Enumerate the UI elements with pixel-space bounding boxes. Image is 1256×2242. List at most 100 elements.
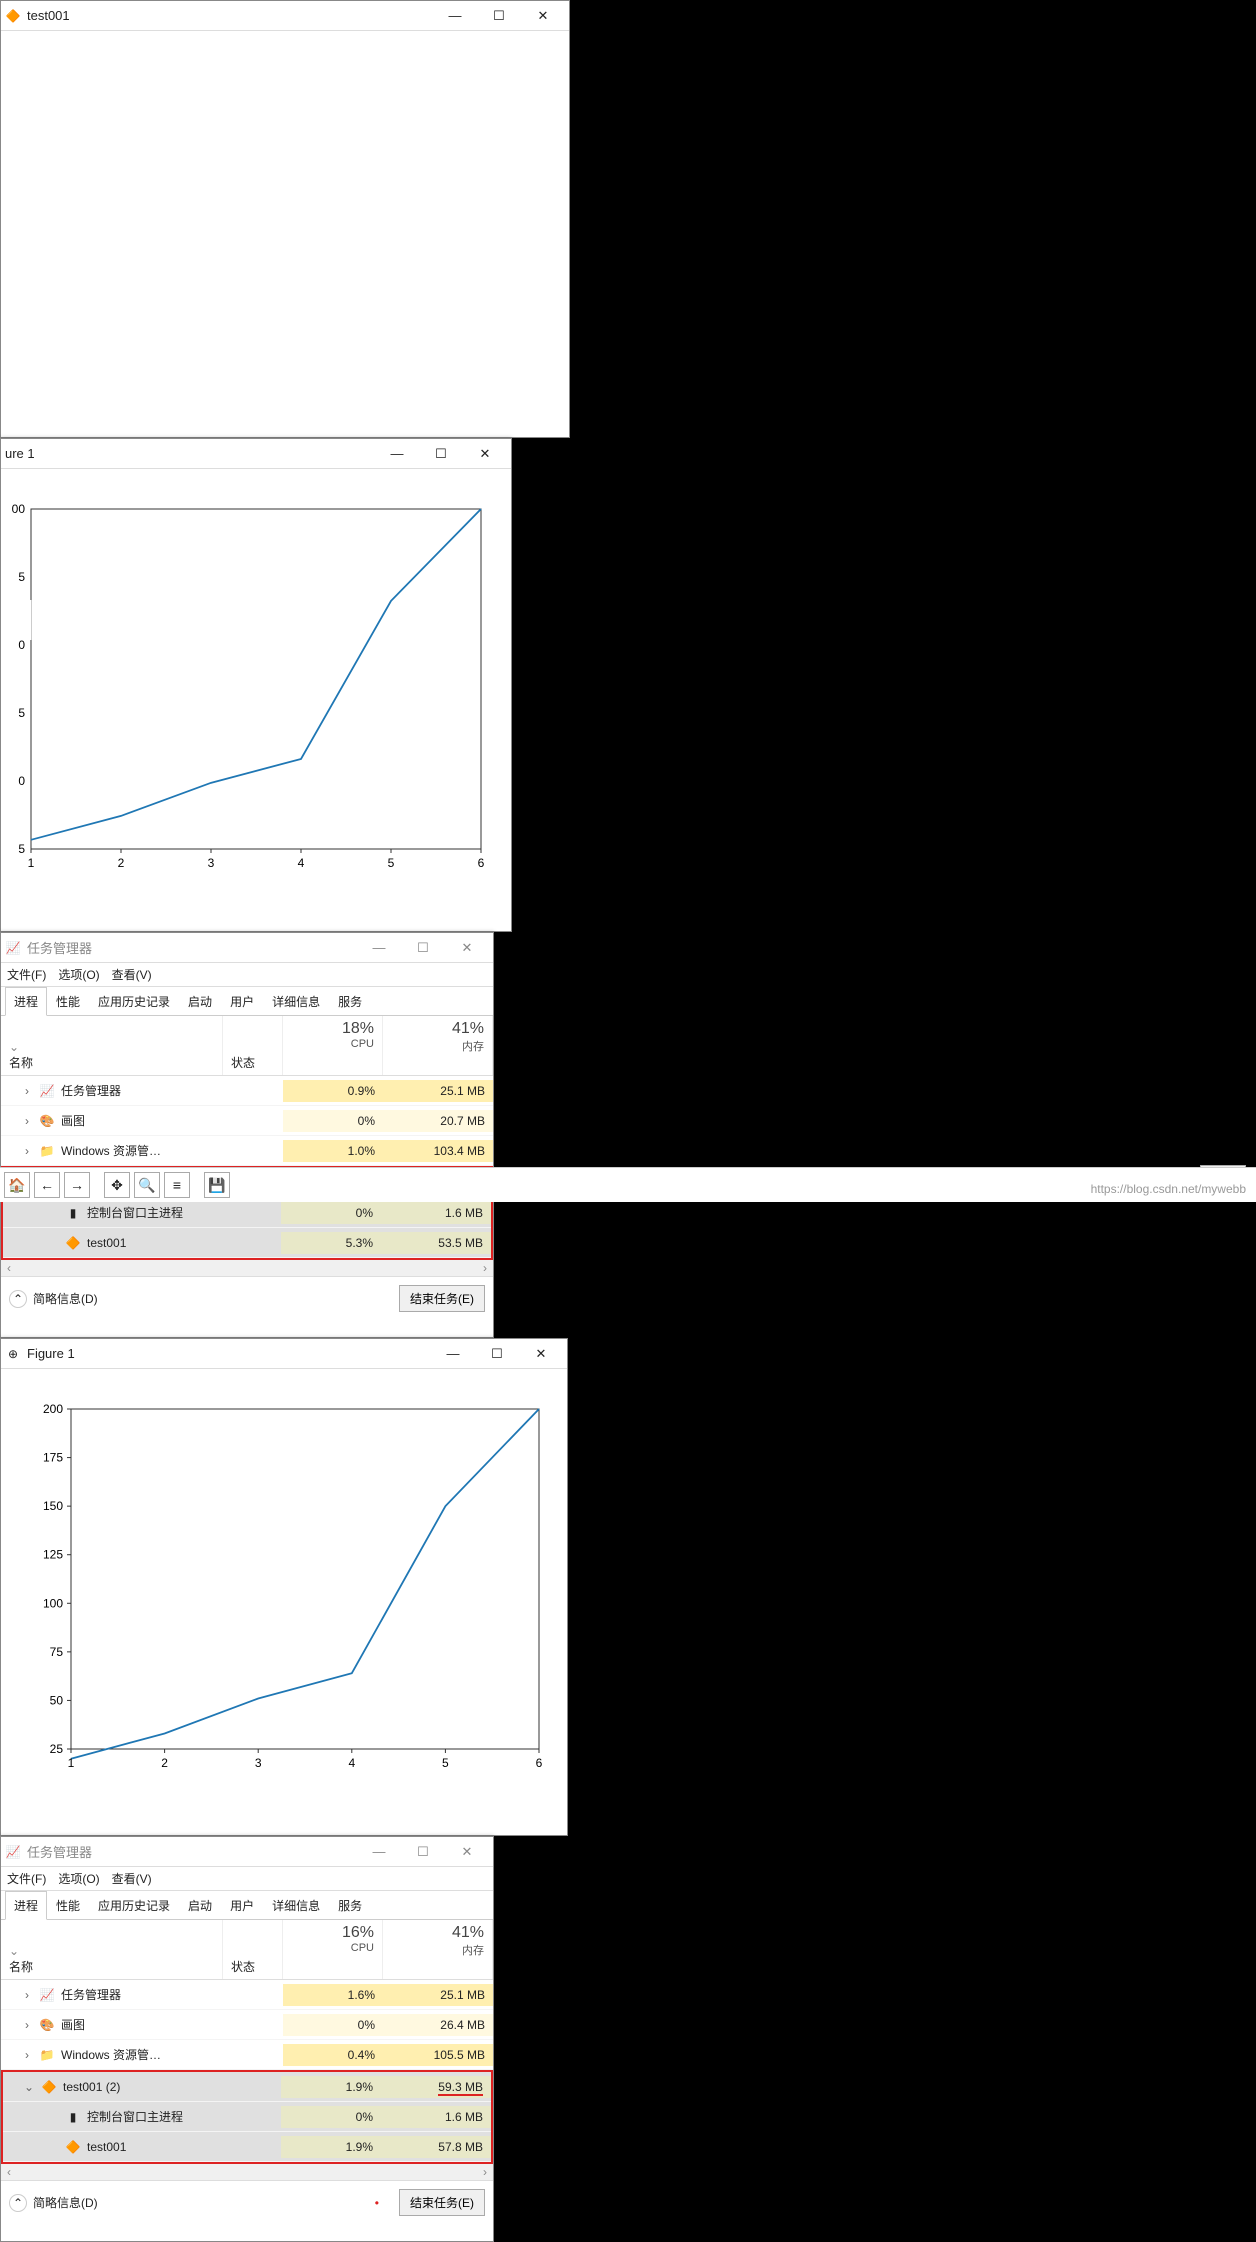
zoom-icon[interactable]: 🔍: [134, 1172, 160, 1198]
col-status[interactable]: 状态: [231, 1056, 255, 1070]
process-row[interactable]: ›📁Windows 资源管…1.0%103.4 MB: [1, 1136, 493, 1166]
tm-menubar[interactable]: 文件(F) 选项(O) 查看(V): [1, 963, 493, 987]
process-row[interactable]: ›🎨画图0%26.4 MB: [1, 2010, 493, 2040]
col-cpu[interactable]: CPU: [291, 1942, 374, 1954]
scroll-right-icon[interactable]: ›: [477, 1261, 493, 1275]
maximize-button[interactable]: ☐: [401, 933, 445, 963]
tm-titlebar[interactable]: 📈 任务管理器 — ☐ ✕: [1, 933, 493, 963]
close-button[interactable]: ✕: [445, 933, 489, 963]
col-mem[interactable]: 内存: [391, 1942, 484, 1958]
close-button[interactable]: ✕: [519, 1339, 563, 1369]
svg-text:1: 1: [68, 1756, 75, 1770]
home-icon[interactable]: 🏠: [4, 1172, 30, 1198]
menu-options[interactable]: 选项(O): [58, 1870, 99, 1887]
tab-startup[interactable]: 启动: [179, 1891, 221, 1919]
maximize-button[interactable]: ☐: [477, 1, 521, 31]
process-row[interactable]: ⌄🔶test001 (2)1.9%59.3 MB: [3, 2072, 491, 2102]
svg-text:2: 2: [118, 856, 125, 870]
tab-startup[interactable]: 启动: [179, 987, 221, 1015]
tab-history[interactable]: 应用历史记录: [89, 1891, 179, 1919]
maximize-button[interactable]: ☐: [475, 1339, 519, 1369]
back-icon[interactable]: ←: [34, 1172, 60, 1198]
process-row[interactable]: ›📁Windows 资源管…0.4%105.5 MB: [1, 2040, 493, 2070]
end-task-button[interactable]: 结束任务(E): [399, 1285, 485, 1312]
figure-titlebar[interactable]: ⊕ Figure 1 — ☐ ✕: [1, 1339, 567, 1369]
tab-details[interactable]: 详细信息: [263, 987, 329, 1015]
process-row[interactable]: ▮控制台窗口主进程0%1.6 MB: [3, 2102, 491, 2132]
fewer-details-link[interactable]: 简略信息(D): [33, 2194, 98, 2211]
fewer-details-link[interactable]: 简略信息(D): [33, 1290, 98, 1307]
process-row[interactable]: ▮控制台窗口主进程0%1.6 MB: [3, 1198, 491, 1228]
col-cpu[interactable]: CPU: [291, 1038, 374, 1050]
configure-icon[interactable]: ≡: [164, 1172, 190, 1198]
close-button[interactable]: ✕: [445, 1837, 489, 1867]
horizontal-scrollbar[interactable]: ‹ ›: [1, 1260, 493, 1276]
expand-icon[interactable]: ›: [21, 2018, 33, 2032]
col-name[interactable]: 名称: [9, 1960, 33, 1974]
menu-view[interactable]: 查看(V): [112, 966, 152, 983]
expand-icon[interactable]: ›: [21, 1084, 33, 1098]
process-row[interactable]: ›📈任务管理器1.6%25.1 MB: [1, 1980, 493, 2010]
tab-processes[interactable]: 进程: [5, 987, 47, 1016]
svg-text:4: 4: [298, 856, 305, 870]
tab-users[interactable]: 用户: [221, 987, 263, 1015]
horizontal-scrollbar[interactable]: ‹ ›: [1, 2164, 493, 2180]
menu-options[interactable]: 选项(O): [58, 966, 99, 983]
svg-text:0: 0: [18, 638, 25, 652]
tab-details[interactable]: 详细信息: [263, 1891, 329, 1919]
tab-performance[interactable]: 性能: [47, 1891, 89, 1919]
process-row[interactable]: 🔶test0015.3%53.5 MB: [3, 1228, 491, 1258]
maximize-button[interactable]: ☐: [401, 1837, 445, 1867]
titlebar[interactable]: 🔶 test001 — ☐ ✕: [1, 1, 569, 31]
expand-icon[interactable]: ⌄: [23, 2080, 35, 2094]
process-row[interactable]: ›🎨画图0%20.7 MB: [1, 1106, 493, 1136]
pan-icon[interactable]: ✥: [104, 1172, 130, 1198]
save-icon[interactable]: 💾: [204, 1172, 230, 1198]
tm-column-headers[interactable]: ⌄名称 状态 18%CPU 41%内存: [1, 1016, 493, 1076]
tm-titlebar[interactable]: 📈 任务管理器 — ☐ ✕: [1, 1837, 493, 1867]
expand-icon[interactable]: ›: [21, 2048, 33, 2062]
close-button[interactable]: ✕: [463, 439, 507, 469]
svg-text:4: 4: [348, 1756, 355, 1770]
tm-column-headers[interactable]: ⌄名称 状态 16%CPU 41%内存: [1, 1920, 493, 1980]
tm-menubar[interactable]: 文件(F) 选项(O) 查看(V): [1, 1867, 493, 1891]
minimize-button[interactable]: —: [357, 1837, 401, 1867]
maximize-button[interactable]: ☐: [419, 439, 463, 469]
scroll-left-icon[interactable]: ‹: [1, 2165, 17, 2179]
task-manager-icon: 📈: [5, 1844, 21, 1860]
process-name: test001: [87, 1236, 126, 1250]
scroll-left-icon[interactable]: ‹: [1, 1261, 17, 1275]
col-name[interactable]: 名称: [9, 1056, 33, 1070]
col-mem[interactable]: 内存: [391, 1038, 484, 1054]
tab-history[interactable]: 应用历史记录: [89, 987, 179, 1015]
chevron-up-icon[interactable]: ⌃: [9, 2194, 27, 2212]
tab-processes[interactable]: 进程: [5, 1891, 47, 1920]
expand-icon[interactable]: ›: [21, 1144, 33, 1158]
tab-users[interactable]: 用户: [221, 1891, 263, 1919]
minimize-button[interactable]: —: [375, 439, 419, 469]
process-row[interactable]: 🔶test0011.9%57.8 MB: [3, 2132, 491, 2162]
cpu-value: 0%: [281, 2106, 381, 2128]
tab-services[interactable]: 服务: [329, 1891, 371, 1919]
figure-titlebar[interactable]: ure 1 — ☐ ✕: [1, 439, 511, 469]
menu-file[interactable]: 文件(F): [7, 1870, 46, 1887]
col-status[interactable]: 状态: [231, 1960, 255, 1974]
task-manager-1: 📈 任务管理器 — ☐ ✕ 文件(F) 选项(O) 查看(V) 进程 性能 应用…: [0, 932, 494, 1338]
close-button[interactable]: ✕: [521, 1, 565, 31]
tab-services[interactable]: 服务: [329, 987, 371, 1015]
forward-icon[interactable]: →: [64, 1172, 90, 1198]
tab-performance[interactable]: 性能: [47, 987, 89, 1015]
menu-view[interactable]: 查看(V): [112, 1870, 152, 1887]
menu-file[interactable]: 文件(F): [7, 966, 46, 983]
scroll-right-icon[interactable]: ›: [477, 2165, 493, 2179]
expand-icon[interactable]: ›: [21, 1988, 33, 2002]
process-name: 控制台窗口主进程: [87, 2108, 183, 2125]
process-row[interactable]: ›📈任务管理器0.9%25.1 MB: [1, 1076, 493, 1106]
mem-value: 1.6 MB: [381, 2106, 491, 2128]
expand-icon[interactable]: ›: [21, 1114, 33, 1128]
end-task-button[interactable]: 结束任务(E): [399, 2189, 485, 2216]
minimize-button[interactable]: —: [431, 1339, 475, 1369]
minimize-button[interactable]: —: [357, 933, 401, 963]
chevron-up-icon[interactable]: ⌃: [9, 1290, 27, 1308]
minimize-button[interactable]: —: [433, 1, 477, 31]
